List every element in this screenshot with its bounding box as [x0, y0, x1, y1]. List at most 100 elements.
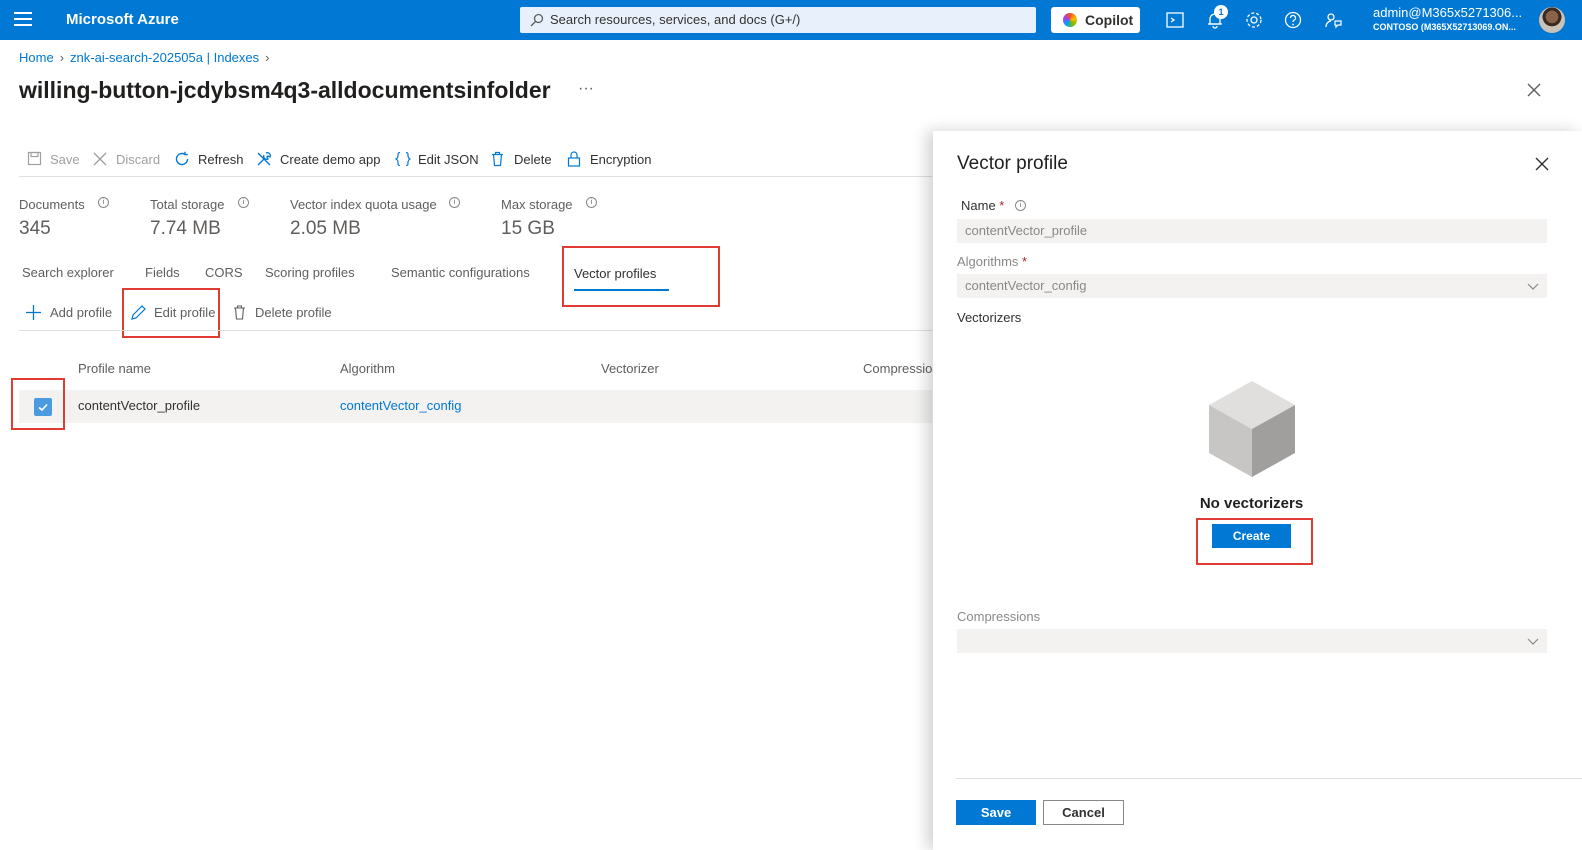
chevron-down-icon	[1527, 638, 1539, 645]
empty-state-cube-icon	[1209, 381, 1295, 477]
encryption-command[interactable]: Encryption	[567, 150, 651, 170]
tab-fields[interactable]: Fields	[145, 265, 180, 280]
divider	[19, 176, 932, 177]
chevron-right-icon: ›	[265, 50, 270, 65]
stat-value: 7.74 MB	[150, 218, 221, 239]
algorithms-label-text: Algorithms	[957, 254, 1019, 269]
copilot-button[interactable]: Copilot	[1051, 7, 1140, 33]
page-title: willing-button-jcdybsm4q3-alldocumentsin…	[19, 77, 551, 103]
create-demo-app-label: Create demo app	[280, 152, 381, 167]
stat-label: Total storage	[150, 197, 225, 212]
name-label-text: Name	[961, 198, 996, 213]
feedback-icon[interactable]	[1323, 10, 1343, 30]
algorithm-link[interactable]: contentVector_config	[340, 398, 461, 413]
chevron-right-icon: ›	[59, 50, 65, 65]
stat-label: Vector index quota usage	[290, 197, 437, 212]
cancel-button[interactable]: Cancel	[1043, 800, 1124, 825]
chevron-down-icon	[1527, 283, 1539, 290]
add-profile-label: Add profile	[50, 305, 113, 320]
empty-state-text: No vectorizers	[1199, 495, 1304, 512]
name-field[interactable]: contentVector_profile	[957, 219, 1547, 243]
tab-search-explorer[interactable]: Search explorer	[22, 265, 114, 280]
panel-footer-divider	[956, 778, 1582, 779]
compressions-dropdown[interactable]	[957, 629, 1547, 653]
top-bar: Microsoft Azure Search resources, servic…	[0, 0, 1582, 40]
refresh-command[interactable]: Refresh	[174, 150, 244, 170]
stat-value: 15 GB	[501, 218, 555, 239]
account-menu[interactable]: admin@M365x5271306... CONTOSO (M365X5271…	[1373, 5, 1533, 32]
stat-label: Documents	[19, 197, 85, 212]
column-header-algorithm[interactable]: Algorithm	[340, 361, 395, 376]
info-icon[interactable]: i	[98, 197, 109, 208]
save-command[interactable]: Save	[27, 150, 80, 170]
breadcrumb: Home › znk-ai-search-202505a | Indexes ›	[19, 50, 275, 65]
required-marker: *	[1018, 254, 1028, 269]
required-marker: *	[995, 198, 1005, 213]
algorithms-dropdown[interactable]: contentVector_config	[957, 274, 1547, 298]
help-icon[interactable]	[1283, 10, 1303, 30]
compressions-label: Compressions	[957, 609, 1041, 624]
stat-value: 2.05 MB	[290, 218, 361, 239]
vector-profile-panel: Vector profile Name * i contentVector_pr…	[933, 131, 1582, 850]
info-icon[interactable]: i	[1015, 200, 1026, 211]
close-icon[interactable]	[1535, 157, 1549, 171]
gear-icon[interactable]	[1244, 10, 1264, 30]
info-icon[interactable]: i	[238, 197, 249, 208]
account-tenant: CONTOSO (M365X52713069.ON...	[1373, 22, 1516, 32]
lock-icon	[567, 151, 581, 167]
trash-icon	[492, 151, 503, 167]
create-demo-app-command[interactable]: Create demo app	[256, 150, 380, 170]
search-icon	[530, 13, 544, 27]
close-icon[interactable]	[1527, 83, 1541, 97]
highlight-box	[11, 378, 65, 430]
copilot-icon	[1063, 13, 1077, 27]
account-user: admin@M365x5271306...	[1373, 5, 1523, 20]
delete-profile-button[interactable]: Delete profile	[233, 305, 332, 321]
panel-title: Vector profile	[957, 153, 1068, 174]
refresh-icon	[175, 151, 189, 166]
refresh-command-label: Refresh	[198, 152, 244, 167]
stat-value: 345	[19, 218, 51, 239]
braces-icon	[395, 151, 411, 167]
save-command-label: Save	[50, 152, 80, 167]
encryption-label: Encryption	[590, 152, 652, 167]
tab-cors[interactable]: CORS	[205, 265, 243, 280]
brand-title[interactable]: Microsoft Azure	[66, 11, 179, 28]
stat-max-storage: Max storage 15 GB	[501, 197, 573, 240]
save-button[interactable]: Save	[956, 800, 1036, 825]
delete-profile-label: Delete profile	[255, 305, 332, 320]
save-icon	[27, 151, 42, 166]
search-input[interactable]: Search resources, services, and docs (G+…	[520, 7, 1036, 33]
tab-scoring-profiles[interactable]: Scoring profiles	[265, 265, 355, 280]
column-header-vectorizer[interactable]: Vectorizer	[601, 361, 659, 376]
info-icon[interactable]: i	[586, 197, 597, 208]
stat-vector-quota: Vector index quota usage 2.05 MB	[290, 197, 437, 240]
stat-total-storage: Total storage 7.74 MB	[150, 197, 224, 240]
trash-icon	[234, 305, 245, 320]
tab-semantic-configurations[interactable]: Semantic configurations	[391, 265, 530, 280]
edit-json-command[interactable]: Edit JSON	[395, 150, 479, 170]
notification-badge: 1	[1214, 5, 1228, 19]
menu-icon[interactable]	[14, 12, 32, 28]
divider	[19, 330, 932, 331]
info-icon[interactable]: i	[449, 197, 460, 208]
column-header-profile-name[interactable]: Profile name	[78, 361, 151, 376]
vectorizers-label: Vectorizers	[957, 310, 1022, 325]
delete-command-label: Delete	[514, 152, 552, 167]
add-profile-button[interactable]: Add profile	[26, 305, 112, 321]
copilot-label: Copilot	[1085, 12, 1134, 28]
avatar[interactable]	[1539, 7, 1565, 33]
breadcrumb-service[interactable]: znk-ai-search-202505a | Indexes	[70, 50, 259, 65]
delete-command[interactable]: Delete	[490, 150, 552, 170]
algorithms-value: contentVector_config	[965, 278, 1087, 293]
discard-command[interactable]: Discard	[92, 150, 160, 170]
plus-icon	[26, 305, 41, 320]
cloud-shell-icon[interactable]	[1165, 10, 1185, 30]
search-placeholder: Search resources, services, and docs (G+…	[550, 12, 801, 27]
more-options-icon[interactable]: ···	[578, 80, 594, 98]
column-header-compression[interactable]: Compression	[863, 361, 932, 376]
edit-json-label: Edit JSON	[418, 152, 479, 167]
highlight-box	[1196, 518, 1313, 565]
highlight-box	[562, 246, 720, 307]
breadcrumb-home[interactable]: Home	[19, 50, 54, 65]
